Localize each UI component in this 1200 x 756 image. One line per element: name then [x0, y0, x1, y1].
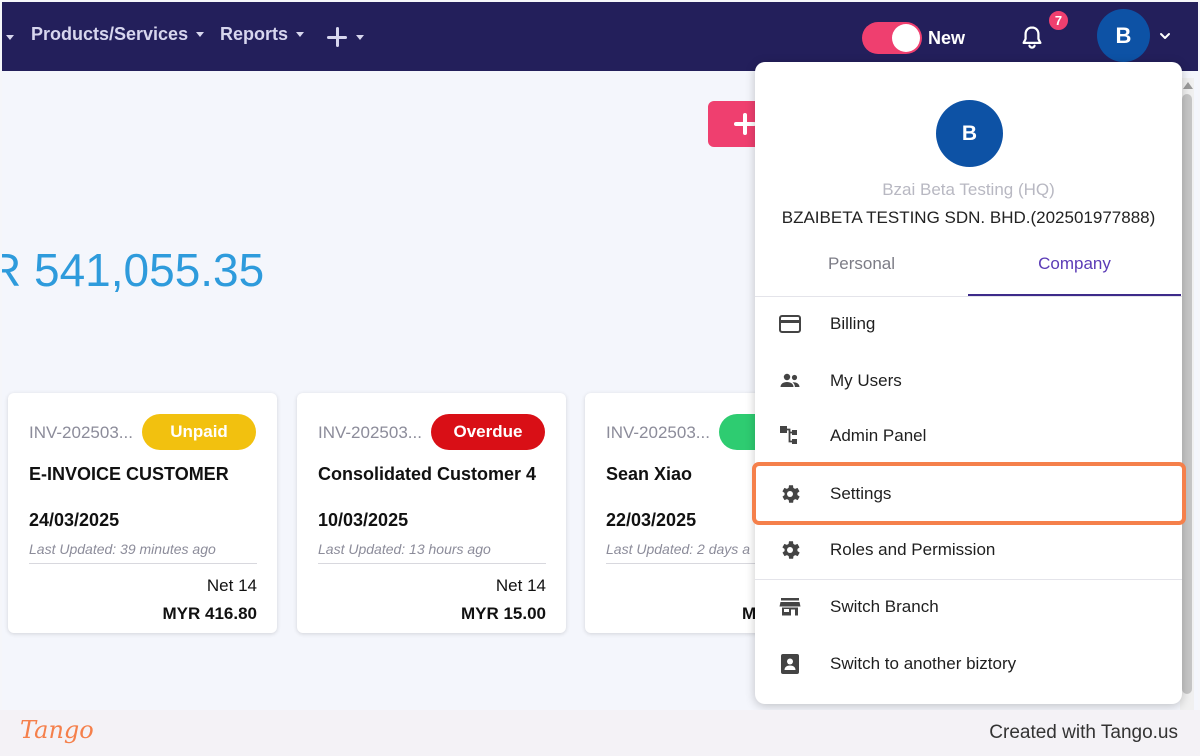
tab-divider	[755, 296, 1182, 297]
gear-icon	[782, 485, 800, 503]
nav-quick-add[interactable]	[326, 26, 364, 48]
scroll-up-arrow-icon[interactable]	[1183, 82, 1193, 89]
chevron-down-icon	[296, 32, 305, 37]
invoice-amount: MYR 15.00	[460, 604, 546, 623]
menu-item-label: Switch to another biztory	[830, 654, 1017, 673]
invoice-amount: MYR 416.80	[162, 604, 258, 623]
avatar: B	[936, 100, 1003, 167]
last-updated: Last Updated: 13 hours ago	[318, 541, 491, 557]
bell-icon[interactable]	[1018, 24, 1046, 52]
tab-personal[interactable]: Personal	[755, 254, 968, 296]
invoice-card[interactable]: INV-202503... Unpaid E-INVOICE CUSTOMER …	[8, 393, 277, 633]
total-amount: R 541,055.35	[2, 244, 265, 296]
new-ui-toggle[interactable]	[862, 22, 922, 54]
nav-products-services-label: Products/Services	[31, 24, 189, 44]
account-dropdown: B Bzai Beta Testing (HQ) BZAIBETA TESTIN…	[755, 62, 1182, 704]
contact-card-icon	[781, 654, 799, 674]
menu-item-label: Settings	[830, 484, 892, 503]
store-icon	[779, 598, 801, 616]
created-with-credit: Created with Tango.us	[989, 722, 1178, 743]
menu-item-billing[interactable]: Billing	[755, 299, 1182, 349]
invoice-number: INV-202503...	[606, 423, 710, 442]
payment-terms: Net 14	[495, 576, 546, 595]
status-badge: Overdue	[431, 414, 545, 450]
company-legal-name: BZAIBETA TESTING SDN. BHD.(202501977888)	[781, 208, 1156, 227]
payment-terms: Net 14	[206, 576, 257, 595]
toggle-label: New	[928, 28, 966, 48]
last-updated: Last Updated: 2 days a	[606, 541, 750, 557]
plus-icon	[326, 26, 348, 48]
gear-icon	[782, 541, 800, 559]
notification-badge: 7	[1047, 9, 1070, 32]
menu-item-label: Admin Panel	[830, 426, 927, 445]
chevron-down-icon	[356, 34, 364, 40]
last-updated: Last Updated: 39 minutes ago	[29, 541, 216, 557]
tango-logo: Tango	[20, 716, 94, 744]
user-avatar-button[interactable]: B	[1097, 9, 1150, 62]
tab-personal-label: Personal	[827, 254, 896, 273]
menu-item-label: Billing	[830, 314, 876, 333]
nav-products-services[interactable]: Products/Services	[31, 24, 205, 45]
nav-reports-label: Reports	[220, 24, 289, 44]
menu-divider	[755, 579, 1182, 580]
menu-item-my-users[interactable]: My Users	[755, 356, 1182, 406]
page-scrollbar[interactable]	[1180, 78, 1194, 710]
invoice-card[interactable]: INV-202503... Overdue Consolidated Custo…	[297, 393, 566, 633]
users-icon	[780, 373, 800, 387]
tab-company-label: Company	[1038, 254, 1111, 273]
card-divider	[318, 563, 546, 564]
invoice-date: 10/03/2025	[318, 510, 409, 530]
menu-item-roles-permission[interactable]: Roles and Permission	[755, 525, 1182, 575]
menu-item-switch-branch[interactable]: Switch Branch	[755, 582, 1182, 632]
menu-item-label: My Users	[830, 371, 902, 390]
customer-name: Consolidated Customer 4	[318, 464, 537, 484]
invoice-date: 22/03/2025	[606, 510, 697, 530]
scrollbar-thumb[interactable]	[1182, 94, 1192, 694]
menu-item-settings[interactable]: Settings	[755, 469, 1182, 519]
status-badge: Unpaid	[142, 414, 256, 450]
chevron-down-icon[interactable]	[1159, 30, 1171, 42]
customer-name: Sean Xiao	[606, 464, 693, 484]
company-display-name: Bzai Beta Testing (HQ)	[882, 180, 1055, 199]
card-divider	[29, 563, 257, 564]
menu-item-label: Roles and Permission	[830, 540, 996, 559]
credit-card-icon	[779, 315, 801, 333]
menu-item-switch-biztory[interactable]: Switch to another biztory	[755, 639, 1182, 689]
tab-company[interactable]: Company	[968, 254, 1181, 296]
invoice-date: 24/03/2025	[29, 510, 120, 530]
hierarchy-icon	[780, 426, 797, 444]
menu-item-admin-panel[interactable]: Admin Panel	[755, 411, 1182, 461]
nav-reports[interactable]: Reports	[220, 24, 305, 45]
invoice-number: INV-202503...	[318, 423, 422, 442]
customer-name: E-INVOICE CUSTOMER	[29, 464, 229, 484]
chevron-down-icon	[196, 32, 205, 37]
tango-footer: Tango Created with Tango.us	[0, 710, 1200, 756]
menu-item-label: Switch Branch	[830, 597, 939, 616]
toggle-knob	[892, 24, 920, 52]
invoice-number: INV-202503...	[29, 423, 133, 442]
chevron-down-icon[interactable]	[6, 35, 14, 40]
plus-icon	[734, 113, 756, 135]
